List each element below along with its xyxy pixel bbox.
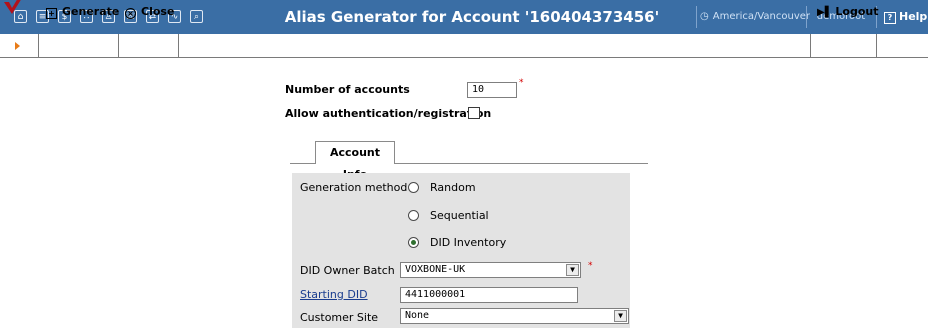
generate-button[interactable]: + Generate — [46, 0, 119, 23]
logout-button[interactable]: ▶▌ Logout — [817, 0, 878, 23]
logout-icon: ▶▌ — [817, 7, 833, 18]
allow-auth-checkbox[interactable] — [468, 107, 480, 119]
toolbar — [0, 34, 928, 58]
divider — [178, 34, 179, 57]
help-icon: ? — [884, 12, 896, 24]
starting-did-input[interactable]: 4411000001 — [400, 287, 578, 303]
account-info-panel — [292, 173, 630, 328]
home-icon[interactable]: ⌂ — [14, 10, 27, 23]
num-accounts-label: Number of accounts — [285, 83, 410, 96]
tab-account-info[interactable]: Account Info — [315, 141, 395, 181]
radio-sequential-label: Sequential — [430, 209, 489, 222]
customer-site-select[interactable]: None ▼ — [400, 308, 629, 324]
required-mark: * — [519, 78, 524, 88]
divider — [876, 34, 877, 57]
close-label: Close — [141, 5, 175, 18]
close-icon: × — [125, 8, 136, 19]
starting-did-link[interactable]: Starting DID — [300, 288, 368, 301]
chevron-down-icon: ▼ — [614, 310, 627, 322]
did-owner-batch-value: VOXBONE-UK — [405, 264, 466, 275]
divider — [118, 34, 119, 57]
radio-did-inventory-label: DID Inventory — [430, 236, 507, 249]
help-label: Help — [899, 10, 928, 23]
customer-site-label: Customer Site — [300, 311, 379, 324]
page-title: Alias Generator for Account '16040437345… — [284, 8, 660, 26]
divider — [696, 6, 697, 28]
clock-icon: ◷ — [700, 11, 709, 22]
help-link[interactable]: ? Help — [884, 0, 928, 34]
divider — [810, 34, 811, 57]
radio-sequential[interactable] — [408, 210, 419, 221]
generation-method-label: Generation method — [300, 181, 408, 194]
radio-random-label: Random — [430, 181, 476, 194]
logout-label: Logout — [835, 5, 879, 18]
allow-auth-label: Allow authentication/registration — [285, 107, 492, 120]
plus-icon: + — [46, 8, 57, 19]
generate-label: Generate — [62, 5, 120, 18]
customer-site-value: None — [405, 310, 430, 321]
divider — [806, 6, 807, 28]
did-owner-batch-label: DID Owner Batch — [300, 264, 395, 277]
num-accounts-input[interactable]: 10 — [467, 82, 517, 98]
timezone-label: America/Vancouver — [712, 11, 811, 22]
radio-random[interactable] — [408, 182, 419, 193]
timezone-link[interactable]: ◷ America/Vancouver — [700, 0, 810, 34]
radio-did-inventory[interactable] — [408, 237, 419, 248]
toolbar-arrow-icon — [15, 42, 20, 50]
required-mark: * — [588, 261, 593, 271]
divider — [38, 34, 39, 57]
chevron-down-icon: ▼ — [566, 264, 579, 276]
did-owner-batch-select[interactable]: VOXBONE-UK ▼ — [400, 262, 581, 278]
close-button[interactable]: × Close — [125, 0, 174, 23]
search-icon[interactable]: ⌕ — [190, 10, 203, 23]
